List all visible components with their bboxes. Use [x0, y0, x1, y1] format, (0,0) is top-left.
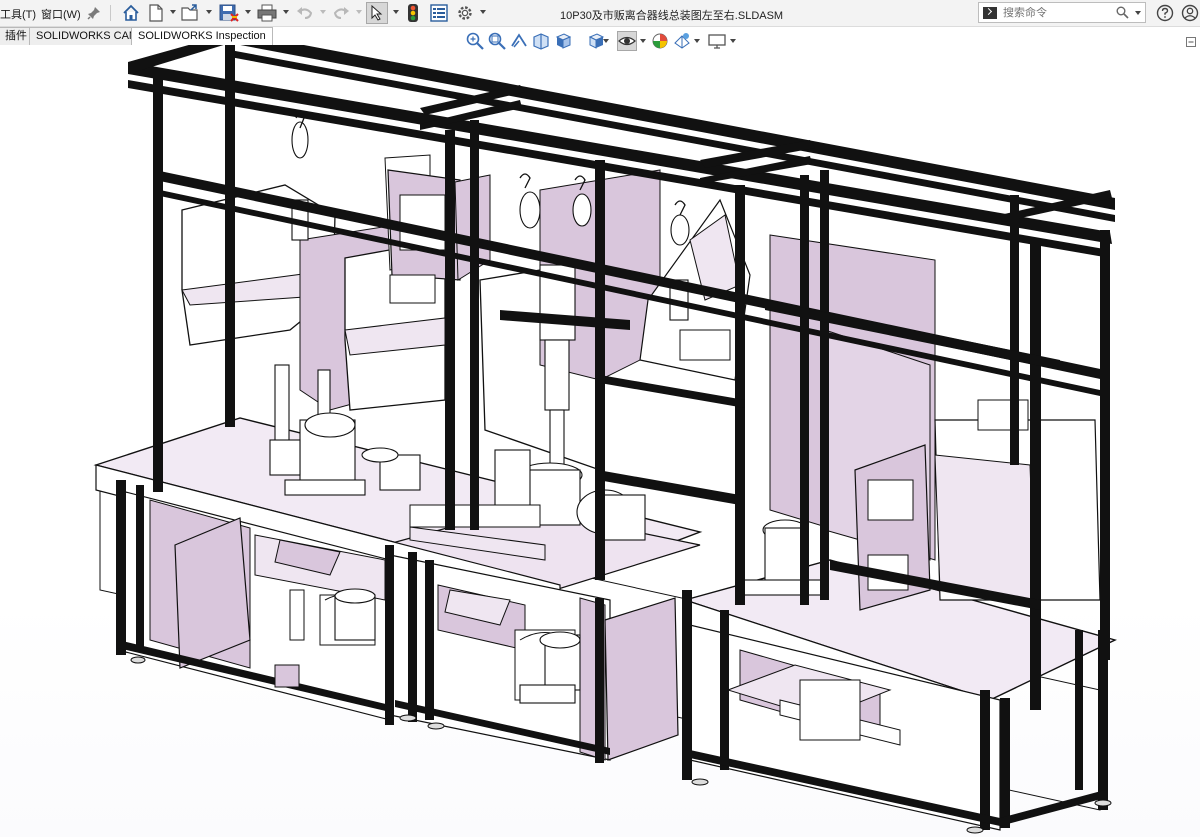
user-account-icon[interactable] — [1180, 2, 1200, 24]
document-title: 10P30及市贩离合器线总装图左至右.SLDASM — [560, 10, 784, 22]
assembly-model-view[interactable] — [0, 45, 1200, 837]
view-orientation-icon[interactable] — [553, 31, 573, 51]
zoom-to-fit-icon[interactable] — [465, 31, 485, 51]
redo-dropdown-chevron-icon[interactable] — [356, 10, 362, 14]
new-document-icon[interactable] — [147, 2, 165, 24]
zoom-area-icon[interactable] — [487, 31, 507, 51]
home-icon[interactable] — [121, 2, 141, 24]
open-icon[interactable] — [181, 2, 201, 24]
display-style-chevron-icon[interactable] — [603, 39, 609, 43]
print-dropdown-chevron-icon[interactable] — [283, 10, 289, 14]
command-manager-tabs: 插件 SOLIDWORKS CAM SOLIDWORKS Inspection — [0, 27, 273, 45]
print-icon[interactable] — [256, 2, 278, 24]
heads-up-view-toolbar — [460, 31, 750, 53]
traffic-light-icon[interactable] — [405, 2, 421, 24]
apply-scene-icon[interactable] — [672, 31, 692, 51]
undo-dropdown-chevron-icon[interactable] — [320, 10, 326, 14]
search-commands-box[interactable] — [978, 2, 1146, 23]
hide-show-chevron-icon[interactable] — [640, 39, 646, 43]
undo-icon[interactable] — [295, 2, 315, 24]
scene-chevron-icon[interactable] — [694, 39, 700, 43]
select-dropdown-chevron-icon[interactable] — [393, 10, 399, 14]
save-dropdown-chevron-icon[interactable] — [245, 10, 251, 14]
menu-tools[interactable]: 工具(T) — [0, 6, 36, 22]
tab-solidworks-inspection[interactable]: SOLIDWORKS Inspection — [131, 27, 273, 45]
view-settings-icon[interactable] — [707, 31, 727, 51]
search-input[interactable] — [1003, 6, 1113, 19]
open-dropdown-chevron-icon[interactable] — [206, 10, 212, 14]
edit-appearance-icon[interactable] — [650, 31, 670, 51]
file-properties-icon[interactable] — [429, 2, 449, 24]
help-question-icon[interactable] — [1155, 2, 1175, 24]
task-pane-collapse-icon[interactable] — [1186, 36, 1196, 47]
select-pointer-icon[interactable] — [366, 2, 388, 24]
hide-show-items-icon[interactable] — [617, 31, 637, 51]
options-dropdown-chevron-icon[interactable] — [480, 10, 486, 14]
redo-icon[interactable] — [331, 2, 351, 24]
save-icon[interactable] — [218, 2, 240, 24]
pin-icon[interactable] — [86, 2, 102, 24]
options-gear-icon[interactable] — [455, 2, 475, 24]
view-settings-chevron-icon[interactable] — [730, 39, 736, 43]
tab-solidworks-cam[interactable]: SOLIDWORKS CAM — [29, 27, 146, 45]
command-prompt-icon — [983, 6, 997, 19]
search-icon[interactable] — [1116, 6, 1129, 22]
previous-view-icon[interactable] — [509, 31, 529, 51]
new-dropdown-chevron-icon[interactable] — [170, 10, 176, 14]
section-view-icon[interactable] — [531, 31, 551, 51]
menu-window[interactable]: 窗口(W) — [41, 6, 81, 22]
search-dropdown-chevron-icon[interactable] — [1135, 11, 1141, 15]
graphics-area[interactable] — [0, 45, 1200, 837]
title-bar: 工具(T) 窗口(W) 10P30及市贩离合器线总装图左至右.SLDASM 搜索… — [0, 0, 1200, 27]
